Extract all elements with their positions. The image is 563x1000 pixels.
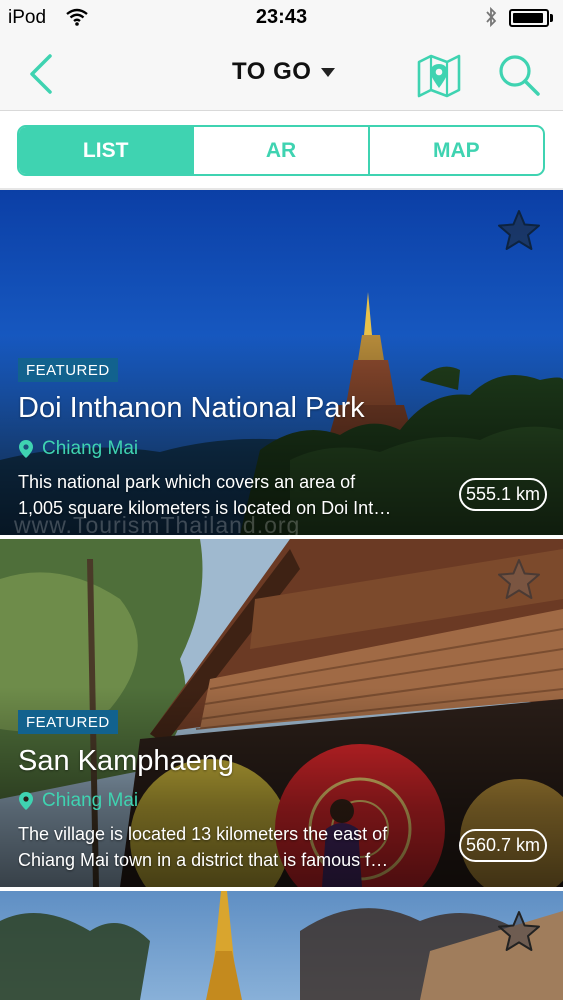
favorite-star-icon[interactable]	[496, 208, 542, 252]
place-description: This national park which covers an area …	[18, 469, 438, 521]
location-label: Chiang Mai	[42, 438, 139, 459]
tab-list[interactable]: LIST	[19, 127, 195, 174]
list-title-dropdown[interactable]: TO GO	[232, 58, 336, 86]
place-location: Chiang Mai	[18, 438, 138, 460]
location-pin-icon	[19, 440, 33, 458]
status-bar: iPod 23:43	[0, 0, 563, 36]
caret-down-icon	[321, 67, 336, 77]
location-pin-icon	[19, 792, 33, 810]
distance-badge: 560.7 km	[459, 829, 547, 862]
place-description: The village is located 13 kilometers the…	[18, 821, 438, 873]
place-title: San Kamphaeng	[18, 745, 235, 777]
battery-cap	[550, 14, 553, 22]
tab-ar[interactable]: AR	[194, 127, 370, 174]
place-photo	[0, 891, 563, 1000]
place-card-doi-inthanon[interactable]: www.TourismThailand.org FEATURED Doi Int…	[0, 190, 563, 535]
place-card-partial[interactable]	[0, 891, 563, 1000]
description-line: The village is located 13 kilometers the…	[18, 824, 388, 844]
nav-bar: TO GO	[0, 36, 563, 111]
place-location: Chiang Mai	[18, 790, 138, 812]
description-line: This national park which covers an area …	[18, 472, 356, 492]
clock: 23:43	[255, 6, 308, 28]
description-line: 1,005 square kilometers is located on Do…	[18, 498, 392, 518]
search-icon[interactable]	[496, 52, 542, 98]
place-card-san-kamphaeng[interactable]: FEATURED San Kamphaeng Chiang Mai The vi…	[0, 539, 563, 887]
map-pin-icon[interactable]	[414, 50, 464, 100]
page-title: TO GO	[232, 58, 312, 85]
tab-map[interactable]: MAP	[370, 127, 543, 174]
favorite-star-icon[interactable]	[496, 557, 542, 601]
place-title: Doi Inthanon National Park	[18, 392, 365, 424]
location-label: Chiang Mai	[42, 790, 139, 811]
distance-badge: 555.1 km	[459, 478, 547, 511]
back-chevron-icon[interactable]	[22, 50, 62, 98]
bluetooth-icon	[486, 6, 497, 28]
battery-icon	[509, 9, 549, 27]
battery-level	[513, 13, 544, 23]
featured-badge: FEATURED	[18, 358, 118, 382]
featured-badge: FEATURED	[18, 710, 118, 734]
view-mode-segmented-control: LIST AR MAP	[17, 125, 545, 176]
favorite-star-icon[interactable]	[496, 909, 542, 953]
description-line: Chiang Mai town in a district that is fa…	[18, 850, 389, 870]
